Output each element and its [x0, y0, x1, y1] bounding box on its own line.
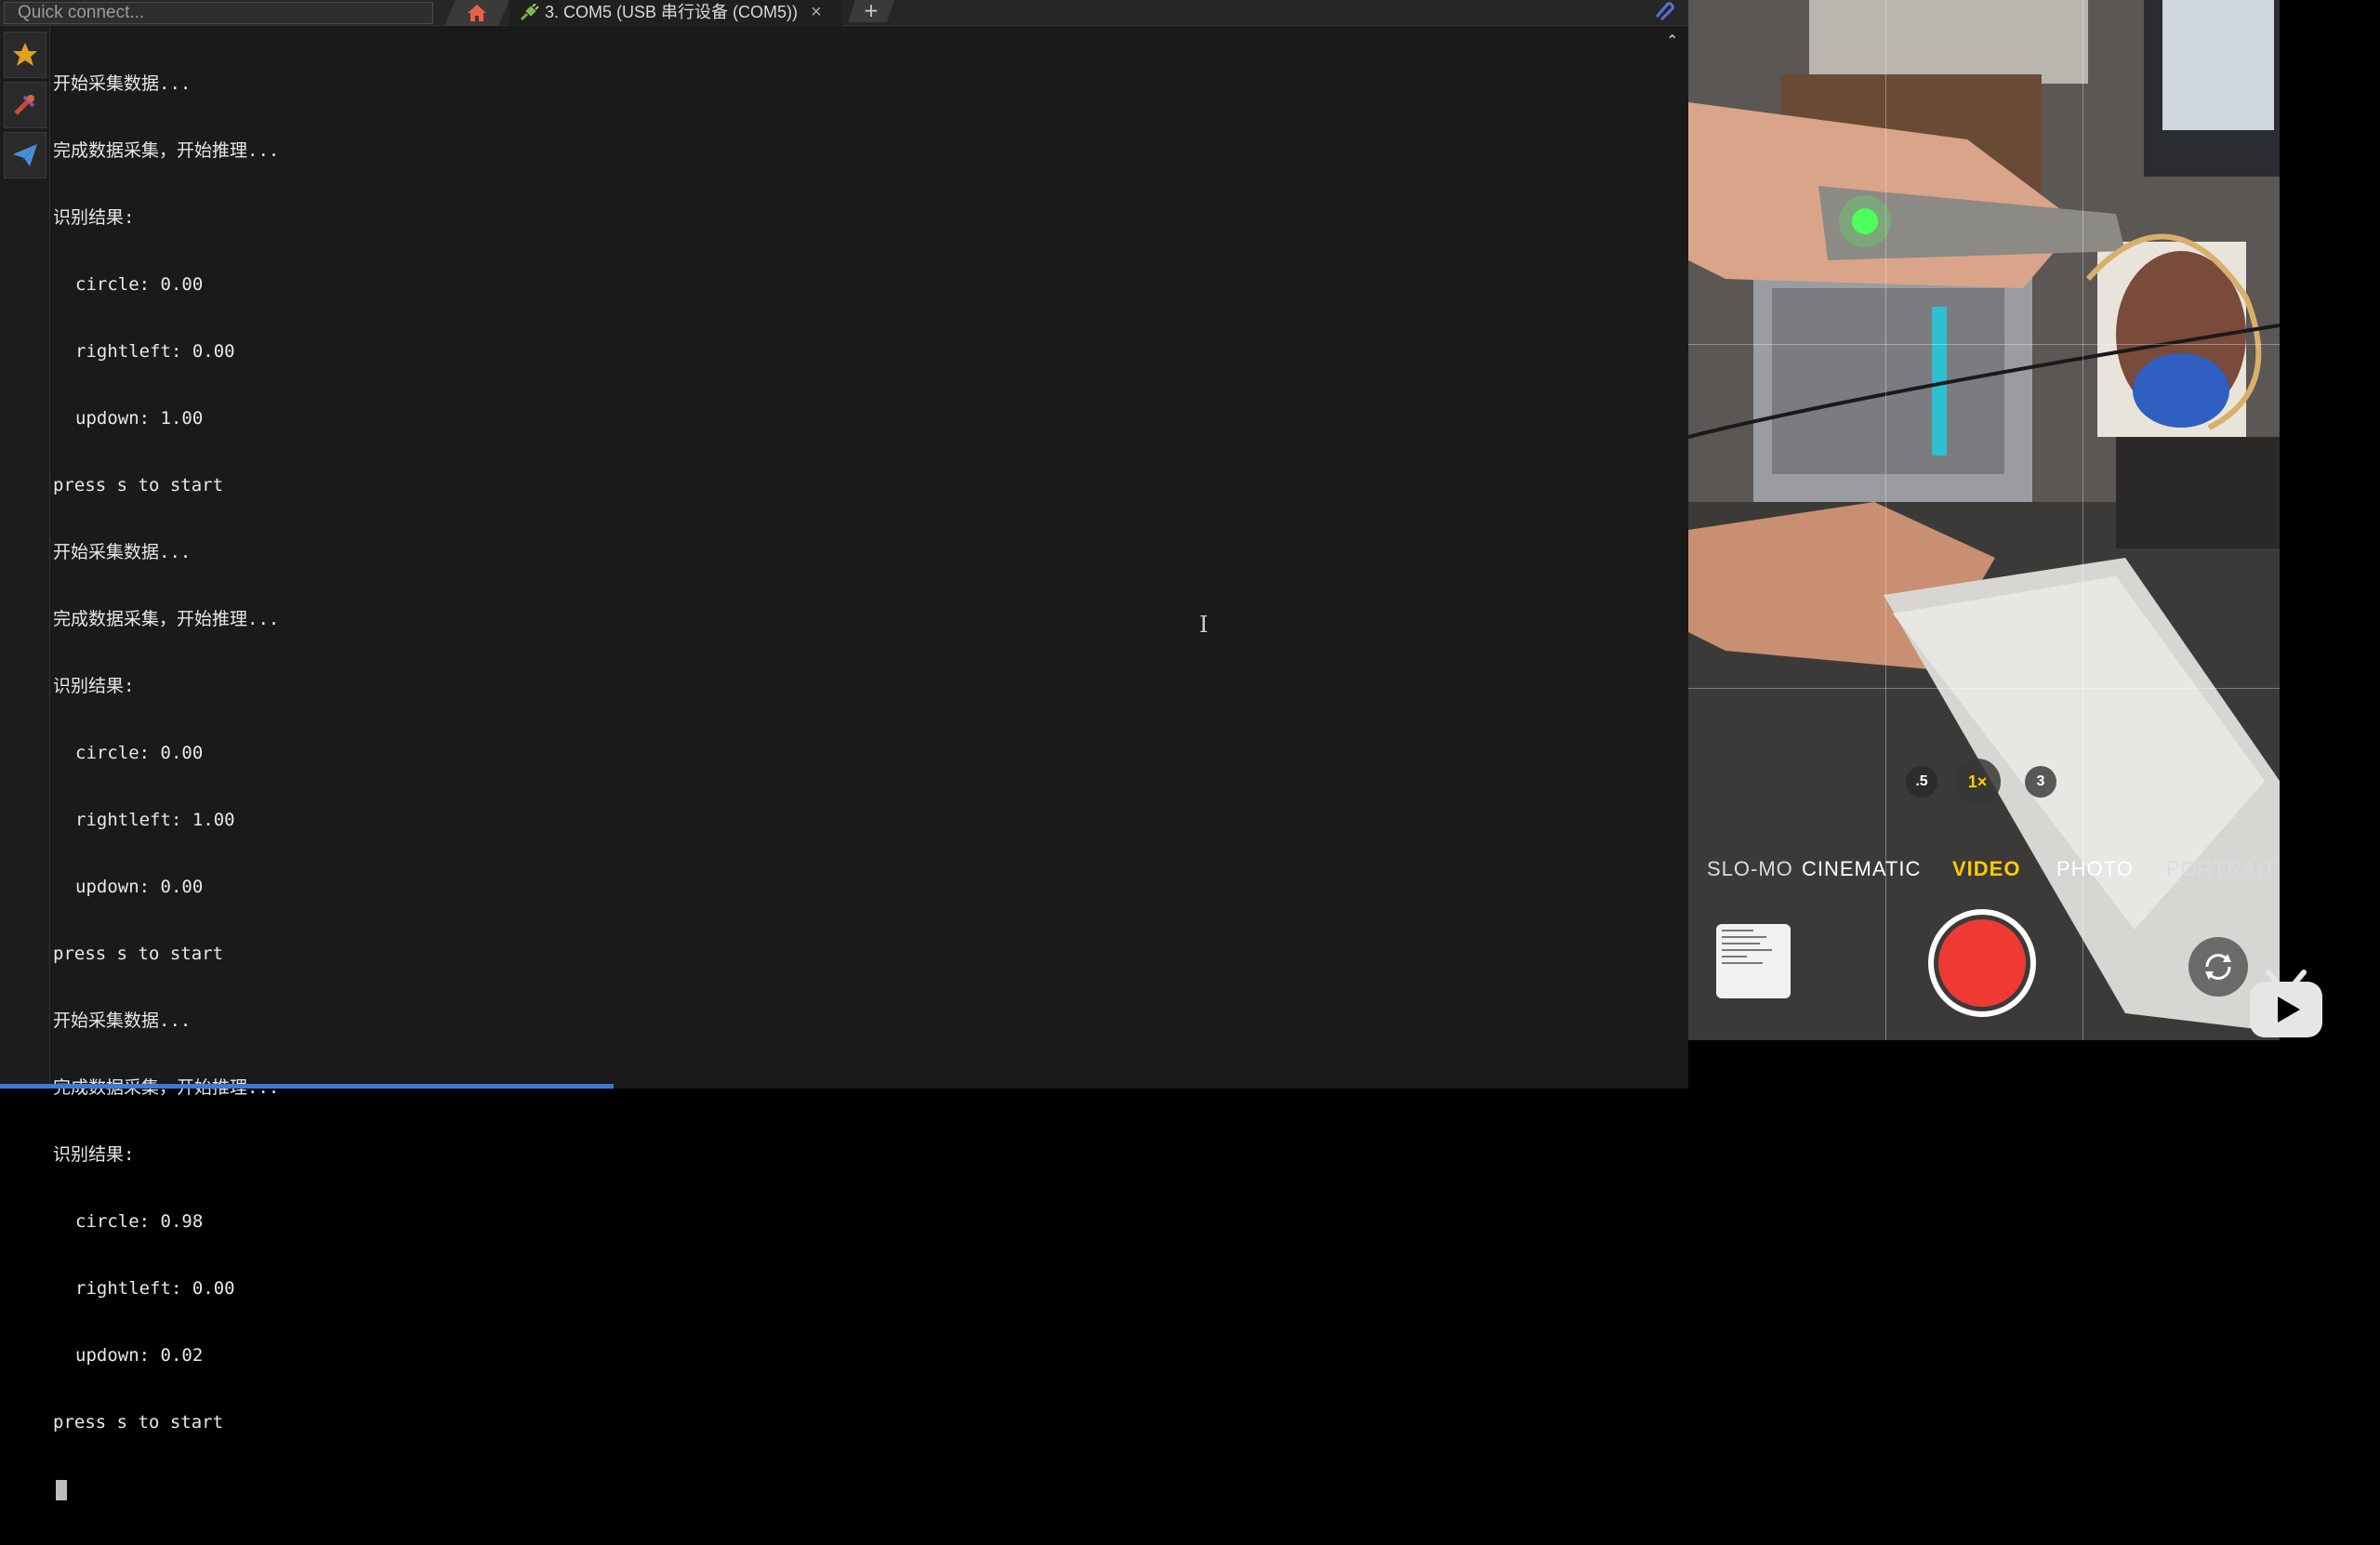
console-line: 识别结果: — [53, 1144, 135, 1165]
mode-slo-mo[interactable]: SLO-MO — [1707, 857, 1793, 881]
console-line: press s to start — [53, 475, 224, 495]
record-dot — [1938, 919, 2026, 1007]
grid-line — [1688, 344, 2280, 345]
camera-flip-button[interactable] — [2188, 937, 2248, 997]
send-icon — [13, 144, 37, 166]
session-tab-label: 3. COM5 (USB 串行设备 (COM5)) — [545, 3, 799, 21]
sidebar-send-button[interactable] — [4, 132, 46, 178]
scroll-up-icon[interactable]: ⌃ — [1666, 32, 1678, 49]
console-line: updown: 0.00 — [75, 877, 204, 897]
record-button[interactable] — [1928, 909, 2036, 1017]
terminal-window: Quick connect... 3. COM5 (USB 串行设备 (COM5… — [0, 0, 1688, 1500]
console-line: 开始采集数据... — [53, 73, 192, 94]
star-icon — [13, 43, 37, 66]
console-line: updown: 0.02 — [75, 1345, 204, 1366]
tab-toolbar: Quick connect... 3. COM5 (USB 串行设备 (COM5… — [0, 0, 1688, 26]
tools-icon — [14, 95, 35, 115]
console-line: 开始采集数据... — [53, 1010, 192, 1031]
zoom-0-5-button[interactable]: .5 — [1906, 766, 1937, 798]
zoom-3-button[interactable]: 3 — [2025, 766, 2056, 798]
camera-scene-image — [1688, 0, 2280, 1040]
last-media-thumbnail[interactable] — [1716, 924, 1791, 998]
quick-connect-input[interactable]: Quick connect... — [4, 2, 433, 24]
console-line: 开始采集数据... — [53, 542, 192, 562]
plug-icon — [520, 4, 539, 21]
mode-video[interactable]: VIDEO — [1952, 857, 2020, 881]
text-cursor — [56, 1480, 67, 1500]
zoom-1x-button[interactable]: 1× — [1954, 759, 2001, 805]
home-icon — [466, 3, 488, 23]
sidebar — [0, 26, 50, 1089]
console-line: updown: 1.00 — [75, 408, 204, 429]
close-tab-icon[interactable]: × — [811, 0, 822, 24]
console-line: 识别结果: — [53, 676, 135, 696]
camera-flip-icon — [2205, 954, 2231, 980]
paperclip-icon[interactable] — [1649, 0, 1675, 20]
console-line: rightleft: 1.00 — [75, 810, 235, 830]
console-line: 识别结果: — [53, 207, 135, 228]
console-line: rightleft: 0.00 — [75, 1278, 235, 1299]
grid-line — [1885, 0, 1886, 1040]
mode-portrait[interactable]: PORTRAIT — [2166, 857, 2277, 881]
console-line: circle: 0.00 — [75, 743, 204, 763]
grid-line — [2082, 0, 2083, 1040]
sidebar-tools-button[interactable] — [4, 82, 46, 128]
mode-cinematic[interactable]: CINEMATIC — [1802, 857, 1921, 881]
console-line: circle: 0.00 — [75, 274, 204, 295]
bilibili-logo — [2250, 970, 2322, 1037]
console-line: circle: 0.98 — [75, 1211, 204, 1232]
console-line: 完成数据采集，开始推理... — [53, 609, 280, 629]
session-tab-com5[interactable]: 3. COM5 (USB 串行设备 (COM5)) × — [509, 0, 842, 26]
ibeam-cursor-icon: I — [1199, 612, 1209, 638]
status-strip — [0, 1084, 614, 1089]
home-tab[interactable] — [444, 0, 509, 26]
mode-photo[interactable]: PHOTO — [2056, 857, 2134, 881]
new-tab-button[interactable]: + — [848, 0, 894, 22]
terminal-output[interactable]: 开始采集数据... 完成数据采集，开始推理... 识别结果: circle: 0… — [51, 28, 1683, 1500]
console-line: 完成数据采集，开始推理... — [53, 140, 280, 161]
camera-viewfinder: .5 1× 3 SLO-MO CINEMATIC VIDEO PHOTO POR… — [1688, 0, 2280, 1040]
console-line: rightleft: 0.00 — [75, 341, 235, 362]
sidebar-favorites-button[interactable] — [4, 32, 46, 78]
console-line: press s to start — [53, 1412, 224, 1433]
console-line: press s to start — [53, 944, 224, 964]
grid-line — [1688, 688, 2280, 689]
